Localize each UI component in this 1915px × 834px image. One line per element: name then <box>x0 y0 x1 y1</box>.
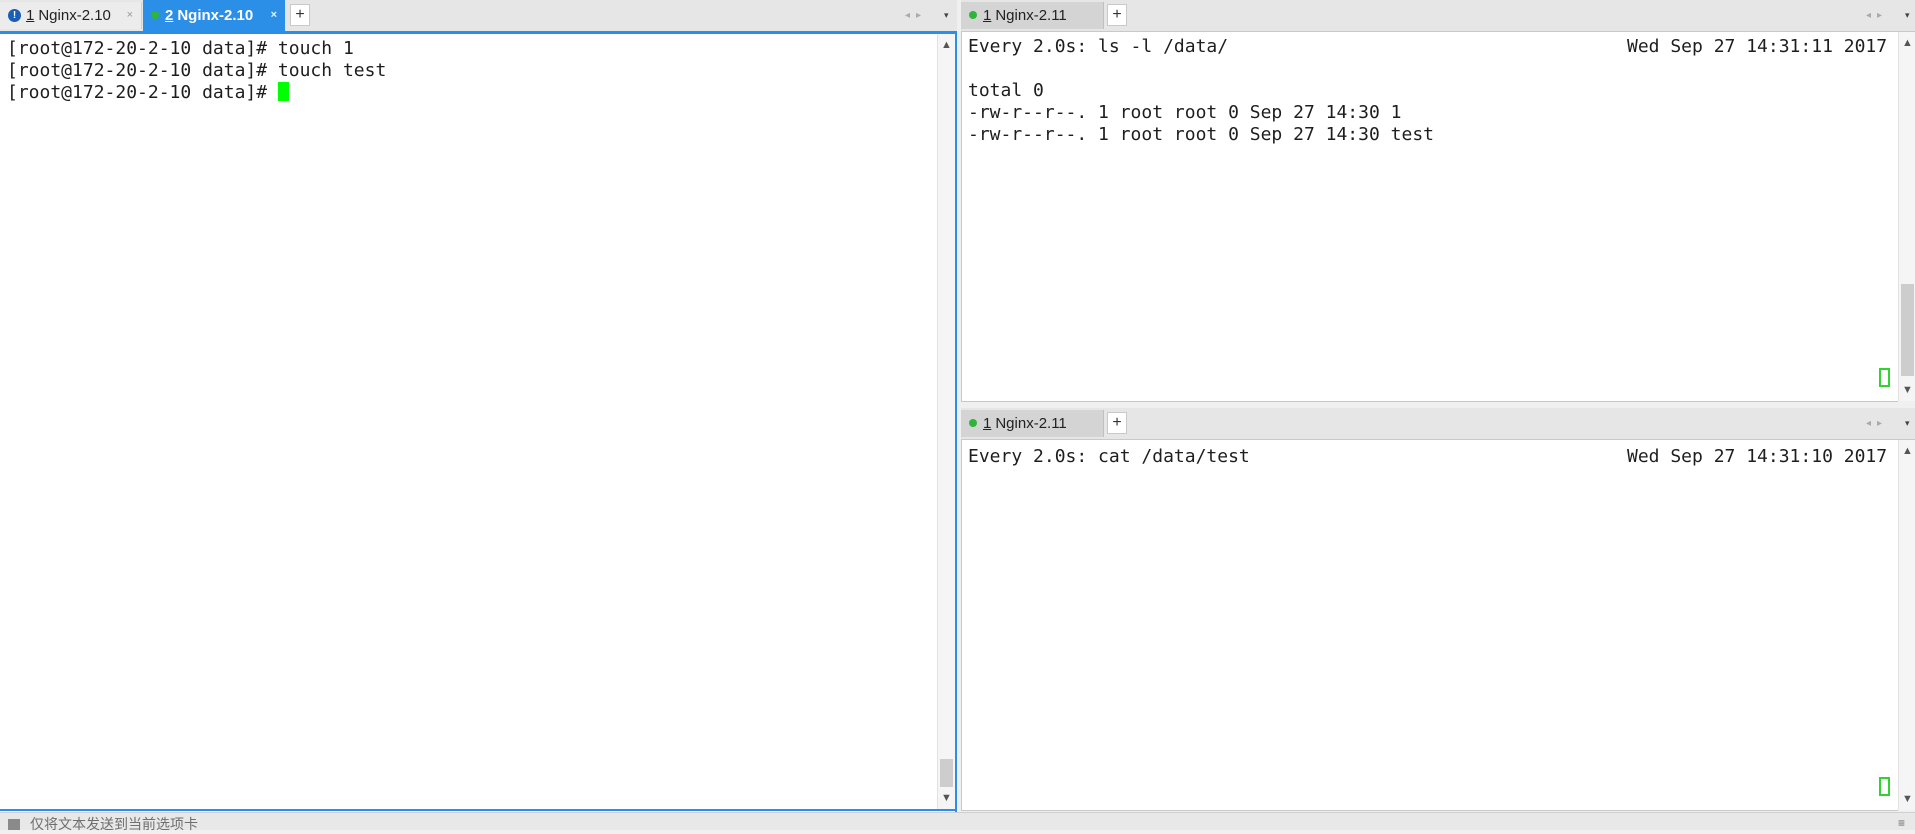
watch-header-datetime: Wed Sep 27 14:31:10 2017 <box>1627 446 1888 467</box>
scroll-down-icon[interactable]: ▼ <box>938 789 955 807</box>
tab-scroll-arrows[interactable]: ◂▸ <box>1866 0 1888 31</box>
right-top-terminal[interactable]: Every 2.0s: ls -l /data/ Wed Sep 27 14:3… <box>961 32 1898 402</box>
tab-scroll-arrows[interactable]: ◂▸ <box>1866 408 1888 439</box>
tab-list-dropdown-icon[interactable]: ▾ <box>944 0 949 31</box>
tab-label: Nginx-2.10 <box>38 7 111 24</box>
new-tab-button[interactable]: + <box>1107 4 1127 26</box>
tab-label: Nginx-2.10 <box>177 7 254 24</box>
tab-label: Nginx-2.11 <box>995 7 1067 24</box>
tab-nginx-2-10-first[interactable]: ! 1 Nginx-2.10 × <box>0 2 142 29</box>
new-tab-button[interactable]: + <box>290 4 310 26</box>
right-top-tab-bar: 1 Nginx-2.11 + ◂▸ ▾ <box>961 0 1915 32</box>
right-bottom-terminal[interactable]: Every 2.0s: cat /data/test Wed Sep 27 14… <box>961 440 1898 811</box>
watch-header-datetime: Wed Sep 27 14:31:11 2017 <box>1627 36 1888 57</box>
scroll-thumb[interactable] <box>940 759 953 787</box>
terminal-line: [root@172-20-2-10 data]# touch test <box>7 60 387 81</box>
terminal-cursor <box>277 81 289 101</box>
right-bottom-tab-bar: 1 Nginx-2.11 + ◂▸ ▾ <box>961 408 1915 440</box>
status-bar: 仅将文本发送到当前选项卡 ≡ <box>0 812 1915 832</box>
scroll-down-icon[interactable]: ▼ <box>1899 381 1915 399</box>
scroll-thumb[interactable] <box>1901 284 1914 376</box>
tab-scroll-arrows[interactable]: ◂▸ <box>905 0 927 31</box>
connected-dot-icon <box>969 11 977 20</box>
terminal-output: total 0 -rw-r--r--. 1 root root 0 Sep 27… <box>968 58 1434 146</box>
scroll-up-icon[interactable]: ▲ <box>938 36 955 54</box>
terminal-line: -rw-r--r--. 1 root root 0 Sep 27 14:30 1 <box>968 102 1402 123</box>
scroll-down-icon[interactable]: ▼ <box>1899 790 1915 808</box>
send-scope-icon[interactable] <box>8 819 20 830</box>
right-bottom-scrollbar[interactable]: ▲ ▼ <box>1898 440 1915 810</box>
tab-nginx-2-11-bottom[interactable]: 1 Nginx-2.11 <box>961 410 1104 437</box>
watch-header-command: Every 2.0s: cat /data/test <box>968 446 1250 467</box>
tab-number: 2 <box>165 7 174 24</box>
terminal-line: -rw-r--r--. 1 root root 0 Sep 27 14:30 t… <box>968 124 1434 145</box>
scroll-up-icon[interactable]: ▲ <box>1899 442 1915 460</box>
pane-divider[interactable] <box>955 31 957 812</box>
connected-dot-icon <box>969 419 977 428</box>
send-scope-label[interactable]: 仅将文本发送到当前选项卡 <box>30 814 198 834</box>
connected-dot-icon <box>151 11 159 20</box>
watch-header-command: Every 2.0s: ls -l /data/ <box>968 36 1229 57</box>
warning-icon: ! <box>8 8 21 22</box>
tab-label: Nginx-2.11 <box>995 415 1067 432</box>
new-tab-button[interactable]: + <box>1107 412 1127 434</box>
tab-nginx-2-10-second[interactable]: 2 Nginx-2.10 × <box>143 0 285 31</box>
terminal-line: [root@172-20-2-10 data]# <box>7 82 278 103</box>
left-scrollbar[interactable]: ▲ ▼ <box>937 34 955 809</box>
tab-list-dropdown-icon[interactable]: ▾ <box>1905 408 1910 439</box>
terminal-cursor-inactive <box>1879 777 1890 796</box>
terminal-line: [root@172-20-2-10 data]# touch 1 <box>7 38 354 59</box>
tab-nginx-2-11-top[interactable]: 1 Nginx-2.11 <box>961 2 1104 29</box>
close-icon[interactable]: × <box>127 2 133 29</box>
tab-number: 1 <box>26 7 35 24</box>
tab-list-dropdown-icon[interactable]: ▾ <box>1905 0 1910 31</box>
tab-number: 1 <box>983 415 992 432</box>
right-top-scrollbar[interactable]: ▲ ▼ <box>1898 32 1915 401</box>
terminal-cursor-inactive <box>1879 368 1890 387</box>
left-terminal[interactable]: [root@172-20-2-10 data]# touch 1 [root@1… <box>0 34 937 809</box>
left-tab-bar: ! 1 Nginx-2.10 × 2 Nginx-2.10 × + ◂▸ ▾ <box>0 0 957 32</box>
terminal-line: total 0 <box>968 80 1044 101</box>
pane-bottom-border <box>0 809 957 811</box>
terminal-output: [root@172-20-2-10 data]# touch 1 [root@1… <box>7 38 386 104</box>
scroll-up-icon[interactable]: ▲ <box>1899 34 1915 52</box>
close-icon[interactable]: × <box>271 0 277 31</box>
menu-icon[interactable]: ≡ <box>1898 816 1905 830</box>
tab-number: 1 <box>983 7 992 24</box>
